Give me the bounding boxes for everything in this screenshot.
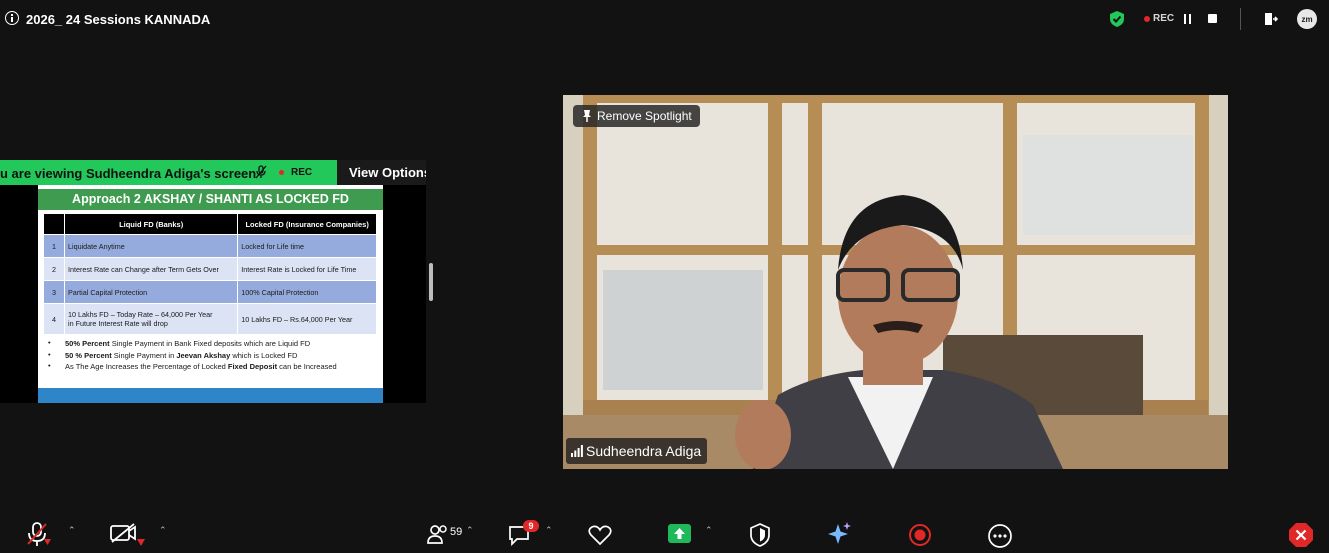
zoom-avatar[interactable]: zm [1297,9,1317,29]
top-bar: 2026_ 24 Sessions KANNADA REC zm [0,0,1329,40]
row-locked: Locked for Life time [237,234,377,258]
row-num: 1 [43,234,65,258]
bullet-text: Single Payment in Bank Fixed deposits wh… [109,339,311,348]
heart-icon[interactable] [588,524,612,546]
mic-off-icon [255,165,267,179]
table-row: 1 Liquidate Anytime Locked for Life time [43,234,377,258]
share-rec-dot-icon [279,170,284,175]
video-off-icon[interactable] [110,523,148,547]
slide-bullets: 50% Percent Single Payment in Bank Fixed… [46,338,337,374]
table-header-liquid: Liquid FD (Banks) [63,213,239,235]
divider [1240,8,1241,30]
bullet-text: As The Age Increases the Percentage of L… [65,362,228,371]
more-icon[interactable] [987,523,1013,549]
share-rec-label: REC [291,167,313,178]
row-liquid-line1: 10 Lakhs FD – Today Rate – 64,000 Per Ye… [68,310,213,319]
video-options-caret[interactable]: ⌃ [159,525,167,536]
row-num: 4 [43,303,65,335]
row-liquid: Partial Capital Protection [63,280,239,304]
fd-comparison-table: Liquid FD (Banks) Locked FD (Insurance C… [43,213,377,335]
participant-name: Sudheendra Adiga [586,443,702,459]
meeting-title: 2026_ 24 Sessions KANNADA [26,12,211,27]
row-liquid: Liquidate Anytime [63,234,239,258]
presenter-screen-name: Sudheendra Adiga's screen [86,166,257,181]
viewing-text: u are viewing [0,166,83,181]
ai-companion-icon[interactable] [827,521,853,547]
slide-footer-bar [38,388,383,403]
row-num: 2 [43,257,65,281]
bullet-item: 50 % Percent Single Payment in Jeevan Ak… [46,350,337,363]
table-row: 4 10 Lakhs FD – Today Rate – 64,000 Per … [43,303,377,335]
bullet-text: Single Payment in [111,350,177,360]
bullet-text: which is Locked FD [230,350,298,360]
rec-label: REC [1153,13,1175,24]
shield-check-icon[interactable] [1110,11,1124,27]
info-icon[interactable] [5,11,19,25]
bottom-toolbar: ⌃ ⌃ 59 ⌃ 9 ⌃ ⌃ [0,515,1329,553]
participants-icon[interactable] [427,524,449,544]
remove-spotlight-label: Remove Spotlight [597,109,692,123]
end-icon[interactable] [1288,522,1314,548]
rec-dot-icon [1144,16,1150,22]
bullet-bold: 50% Percent [65,339,110,348]
share-screen-caret[interactable]: ⌃ [705,525,713,536]
remove-spotlight-button[interactable]: Remove Spotlight [573,105,700,127]
view-options-button[interactable]: View Options [337,160,426,185]
leave-icon[interactable] [1264,12,1278,26]
participant-name-tag: Sudheendra Adiga [566,438,708,464]
bullet-bold: Jeevan Akshay [176,350,231,360]
participant-video[interactable]: Remove Spotlight Sudheendra Adiga [563,95,1228,469]
table-row: 2 Interest Rate can Change after Term Ge… [43,257,377,281]
row-locked: 100% Capital Protection [237,280,377,304]
share-screen-icon[interactable] [667,522,693,546]
bullet-item: As The Age Increases the Percentage of L… [46,361,337,374]
pin-icon [583,110,591,122]
row-locked: 10 Lakhs FD – Rs.64,000 Per Year [237,303,377,335]
participants-caret[interactable]: ⌃ [466,525,474,536]
row-liquid: Interest Rate can Change after Term Gets… [63,257,239,281]
table-header-locked: Locked FD (Insurance Companies) [237,213,377,235]
resize-handle[interactable] [429,263,433,301]
row-liquid: 10 Lakhs FD – Today Rate – 64,000 Per Ye… [63,303,239,335]
video-frame [563,95,1228,469]
bullet-text: can be Increased [277,362,337,371]
row-liquid-line2: in Future Interest Rate will drop [68,319,168,328]
slide: Approach 2 AKSHAY / SHANTI AS LOCKED FD … [38,185,383,403]
shared-screen: Approach 2 AKSHAY / SHANTI AS LOCKED FD … [0,185,426,403]
chat-badge: 9 [523,520,539,532]
participants-count: 59 [450,526,463,538]
stop-icon[interactable] [1208,14,1217,23]
bullet-bold: Fixed Deposit [227,362,278,371]
row-num: 3 [43,280,65,304]
mic-muted-icon[interactable] [26,521,52,549]
table-row: 3 Partial Capital Protection 100% Capita… [43,280,377,304]
bullet-item: 50% Percent Single Payment in Bank Fixed… [46,338,337,351]
signal-icon [571,445,583,457]
mic-options-caret[interactable]: ⌃ [68,525,76,536]
security-icon[interactable] [749,523,771,547]
chat-caret[interactable]: ⌃ [545,525,553,536]
row-locked: Interest Rate is Locked for Life Time [237,257,377,281]
bullet-bold: 50 % Percent [65,350,112,360]
share-banner-green: u are viewing Sudheendra Adiga's screen … [0,160,337,185]
pause-icon[interactable] [1183,14,1191,24]
screen-share-banner: u are viewing Sudheendra Adiga's screen … [0,160,426,185]
table-header-num [43,213,65,235]
record-icon[interactable] [908,523,932,547]
slide-title: Approach 2 AKSHAY / SHANTI AS LOCKED FD [38,189,383,210]
